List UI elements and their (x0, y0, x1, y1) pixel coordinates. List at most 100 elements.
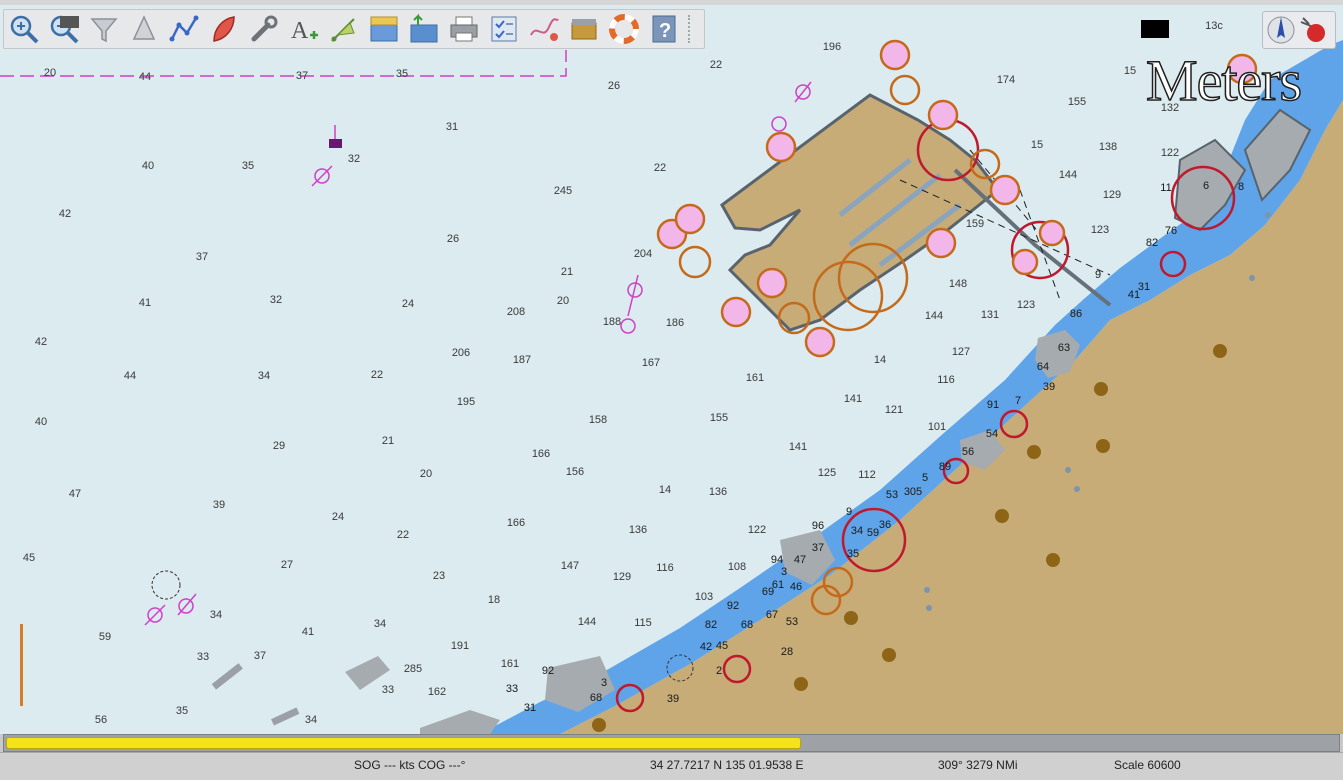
sounding-label: 34 (305, 714, 317, 726)
zoom-in-button[interactable] (6, 11, 42, 47)
compass-widget[interactable] (1262, 11, 1336, 49)
magnifier-zoom-in-icon (10, 15, 39, 44)
help-button[interactable]: ? (646, 11, 682, 47)
sounding-label: 155 (710, 412, 728, 424)
text-button[interactable]: A (286, 11, 322, 47)
sounding-label: 191 (451, 640, 469, 652)
sounding-label: 15 (1124, 65, 1136, 77)
boat-icon (213, 16, 235, 42)
sounding-label: 34 (258, 370, 270, 382)
sounding-label: 20 (557, 295, 569, 307)
sounding-label: 9 (846, 506, 852, 518)
print-button[interactable] (446, 11, 482, 47)
sounding-label: 35 (847, 548, 859, 560)
sounding-label: 39 (213, 499, 225, 511)
sounding-label: 59 (867, 527, 879, 539)
sounding-label: 116 (937, 374, 955, 386)
scale-out-button[interactable] (126, 11, 162, 47)
route-polyline-icon (169, 15, 199, 42)
tide-button[interactable] (326, 11, 362, 47)
sounding-label: 45 (23, 552, 35, 564)
text-a-plus-icon: A (291, 18, 318, 44)
chart-stack-icon (410, 13, 438, 43)
quilt-button[interactable] (366, 11, 402, 47)
svg-text:?: ? (659, 20, 671, 42)
question-mark-icon: ? (652, 15, 676, 43)
sounding-label: 15 (1031, 139, 1043, 151)
route-button[interactable] (166, 11, 202, 47)
sounding-label: 56 (962, 446, 974, 458)
sounding-label: 123 (1091, 224, 1109, 236)
sounding-label: 37 (296, 70, 308, 82)
sounding-label: 103 (695, 591, 713, 603)
sounding-label: 136 (709, 486, 727, 498)
sounding-label: 36 (879, 519, 891, 531)
gps-status-red-icon (1300, 17, 1325, 42)
sounding-label: 187 (513, 354, 531, 366)
sounding-label: 40 (35, 416, 47, 428)
magnifier-zoom-out-icon (50, 15, 79, 44)
sounding-label: 206 (452, 347, 470, 359)
sounding-label: 125 (818, 467, 836, 479)
magenta-beacon (329, 139, 342, 148)
sounding-label: 67 (766, 609, 778, 621)
layers-button[interactable] (406, 11, 442, 47)
toolbar-grip[interactable] (688, 15, 698, 43)
sounding-label: 174 (997, 74, 1015, 86)
sounding-label: 13c (1205, 20, 1223, 32)
sounding-label: 141 (844, 393, 862, 405)
tide-current-icon (331, 18, 355, 42)
sounding-label: 96 (812, 520, 824, 532)
sounding-label: 45 (716, 640, 728, 652)
scale-bar (20, 624, 23, 706)
track-log-button[interactable] (526, 11, 562, 47)
lifebuoy-icon (609, 14, 639, 44)
sounding-label: 26 (608, 80, 620, 92)
sounding-label: 8 (1238, 181, 1244, 193)
units-label: Meters (1145, 48, 1303, 113)
sounding-label: 34 (851, 525, 863, 537)
sounding-label: 14 (874, 354, 886, 366)
sounding-label: 122 (1161, 147, 1179, 159)
sounding-label: 6 (1203, 180, 1209, 192)
sounding-label: 3 (601, 677, 607, 689)
sounding-label: 31 (524, 702, 536, 714)
sounding-label: 155 (1068, 96, 1086, 108)
sounding-label: 42 (700, 641, 712, 653)
sounding-label: 37 (196, 251, 208, 263)
route-manager-button[interactable] (486, 11, 522, 47)
sog-cog-readout: SOG --- kts COG ---° (354, 758, 466, 772)
settings-button[interactable] (246, 11, 282, 47)
main-toolbar: A ? (3, 9, 705, 49)
sounding-label: 54 (986, 428, 998, 440)
mob-button[interactable] (606, 11, 642, 47)
sounding-label: 53 (886, 489, 898, 501)
sounding-label: 68 (741, 619, 753, 631)
sounding-label: 82 (1146, 237, 1158, 249)
progress-fill (6, 737, 801, 749)
sounding-label: 195 (457, 396, 475, 408)
sounding-label: 158 (589, 414, 607, 426)
track-squiggle-icon (530, 18, 559, 41)
sounding-label: 285 (404, 663, 422, 675)
chart-button[interactable] (566, 11, 602, 47)
sounding-label: 63 (1058, 342, 1070, 354)
track-button[interactable] (206, 11, 242, 47)
nautical-chart[interactable]: 20 44 37 352226313240 35 222454226204372141 32… (0, 0, 1343, 734)
scale-readout: Scale 60600 (1114, 758, 1181, 772)
zoom-out-button[interactable] (46, 11, 82, 47)
sounding-label: 33 (382, 684, 394, 696)
window-top-edge (0, 0, 1343, 5)
sounding-label: 34 (374, 618, 386, 630)
sounding-label: 136 (629, 524, 647, 536)
sounding-label: 68 (590, 692, 602, 704)
sounding-label: 24 (332, 511, 344, 523)
scale-in-button[interactable] (86, 11, 122, 47)
sounding-label: 9 (1095, 269, 1101, 281)
sounding-label: 208 (507, 306, 525, 318)
sounding-label: 47 (794, 554, 806, 566)
sounding-label: 101 (928, 421, 946, 433)
sounding-label: 47 (69, 488, 81, 500)
sounding-label: 56 (95, 714, 107, 726)
sounding-label: 11 (1160, 182, 1171, 194)
